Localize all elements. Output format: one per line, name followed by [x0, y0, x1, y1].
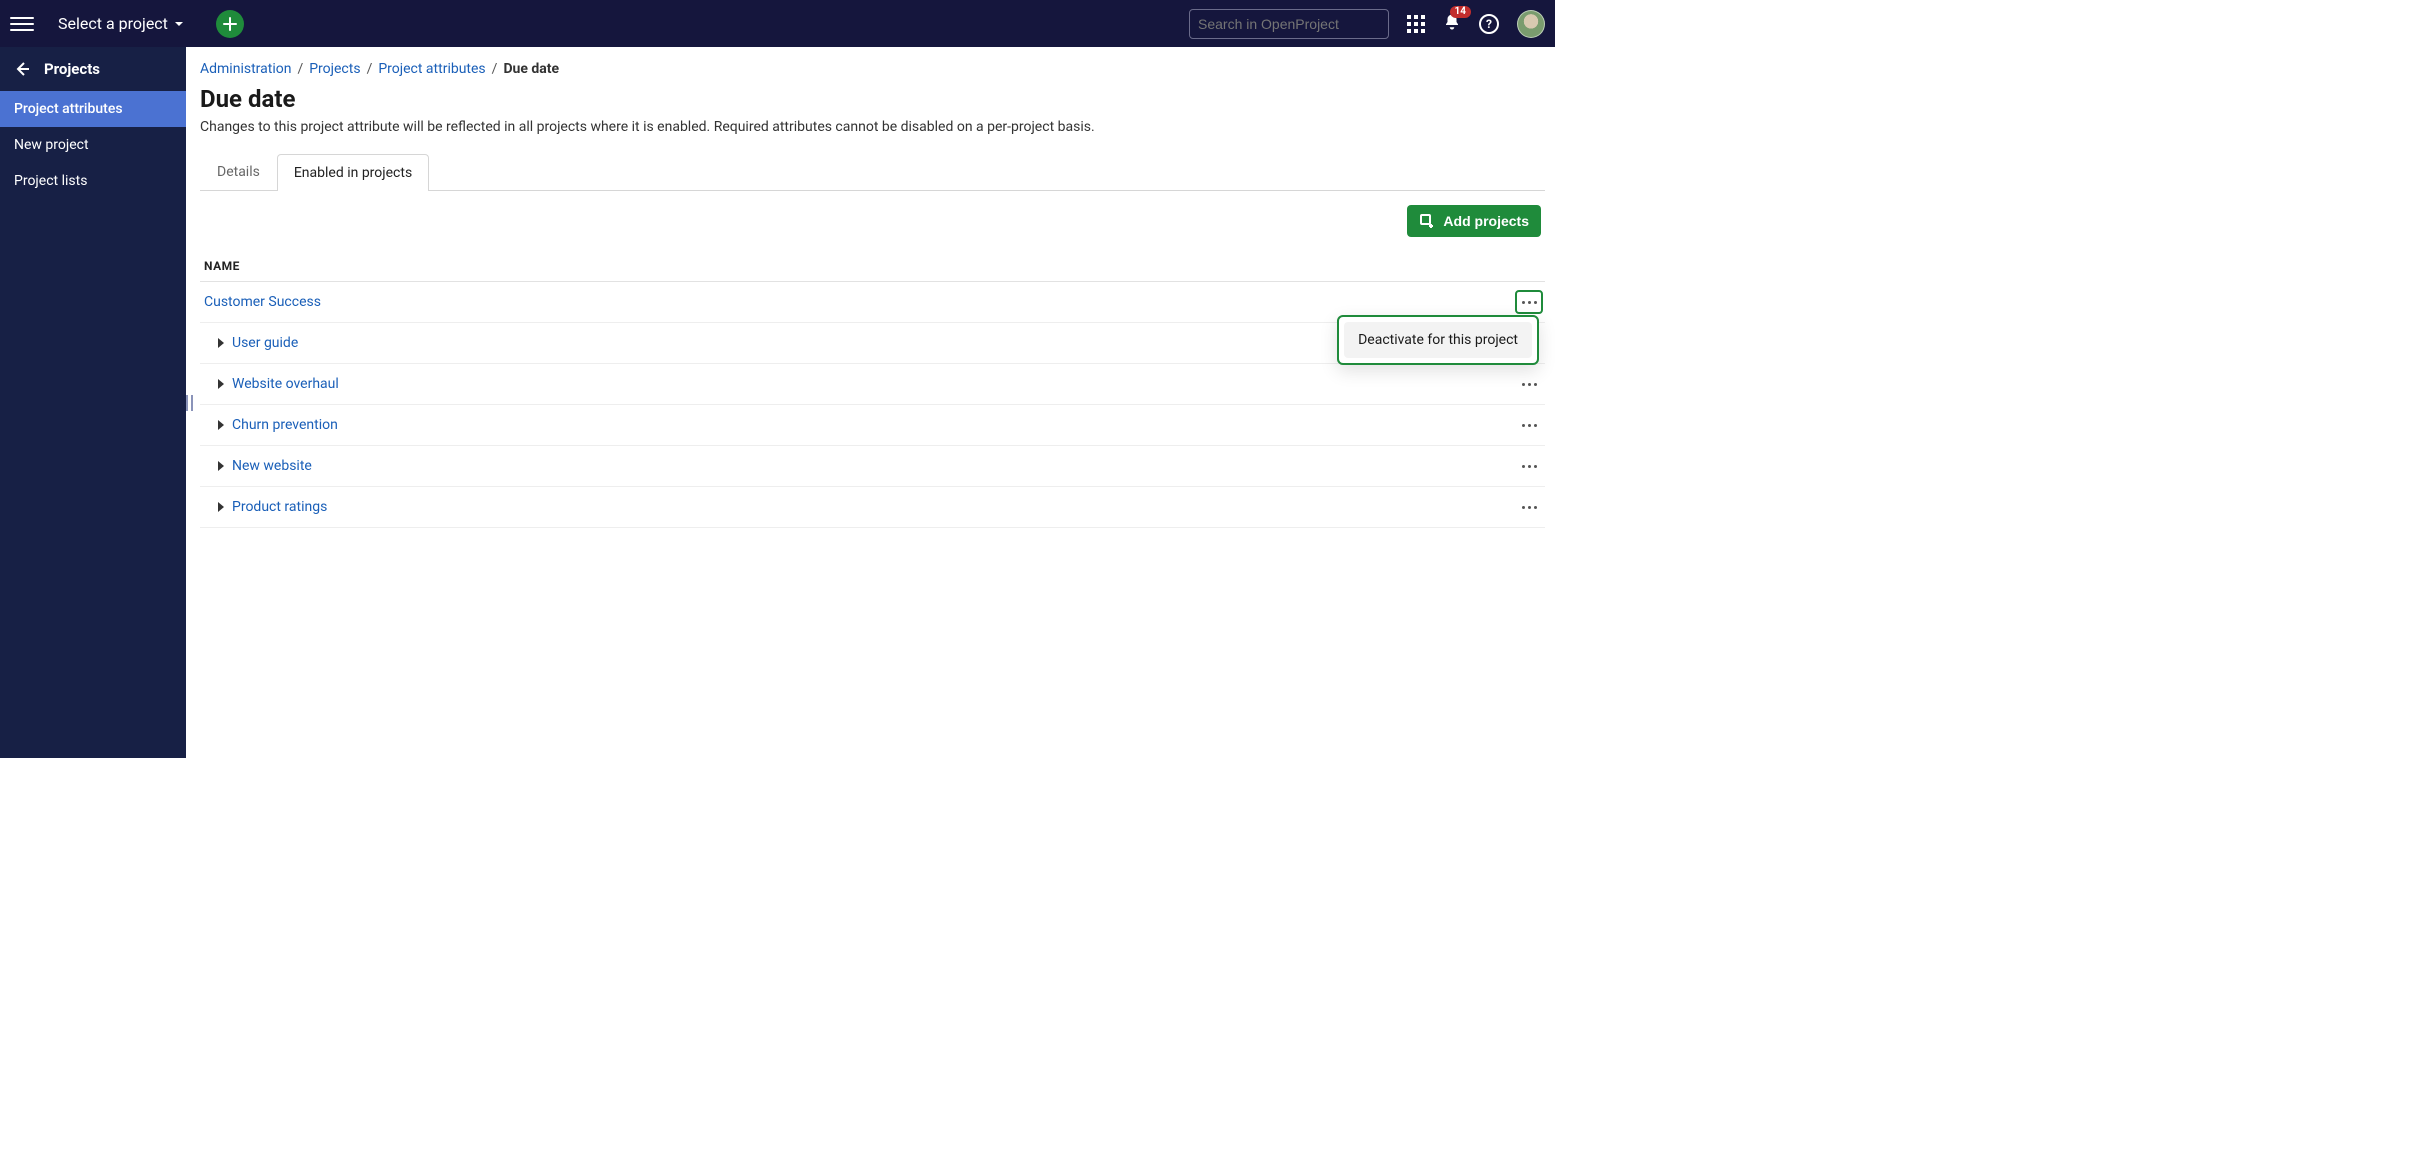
tab-label: Enabled in projects — [294, 165, 412, 181]
topbar: Select a project 14 ? — [0, 0, 1555, 47]
breadcrumb-link[interactable]: Projects — [309, 61, 360, 77]
breadcrumb-link[interactable]: Administration — [200, 61, 291, 77]
table-row: New website — [200, 446, 1545, 487]
expand-icon[interactable] — [218, 502, 224, 512]
sidebar-collapse-handle[interactable] — [186, 395, 193, 411]
sidebar-item-project-attributes[interactable]: Project attributes — [0, 91, 186, 127]
project-selector-label: Select a project — [58, 14, 168, 33]
tab-enabled-in-projects[interactable]: Enabled in projects — [277, 154, 429, 191]
project-link[interactable]: New website — [232, 458, 312, 474]
table-row: Website overhaul — [200, 364, 1545, 405]
search-box[interactable] — [1189, 9, 1389, 39]
expand-icon[interactable] — [218, 338, 224, 348]
breadcrumb-separator: / — [297, 61, 303, 77]
sidebar-title: Projects — [44, 60, 100, 78]
tab-label: Details — [217, 164, 260, 180]
arrow-left-icon — [14, 61, 30, 77]
notification-badge: 14 — [1450, 6, 1471, 18]
question-icon: ? — [1486, 17, 1492, 31]
main-content: Administration / Projects / Project attr… — [186, 47, 1555, 758]
create-button[interactable] — [216, 10, 244, 38]
breadcrumb-separator: / — [367, 61, 373, 77]
row-more-button[interactable] — [1517, 374, 1541, 394]
row-more-button[interactable] — [1517, 415, 1541, 435]
sidebar-item-new-project[interactable]: New project — [0, 127, 186, 163]
add-projects-icon — [1419, 213, 1435, 229]
tab-details[interactable]: Details — [200, 153, 277, 190]
project-link[interactable]: Customer Success — [204, 294, 321, 310]
notifications-button[interactable]: 14 — [1443, 13, 1461, 35]
table-row: Product ratings — [200, 487, 1545, 528]
sidebar-item-label: Project attributes — [14, 101, 123, 117]
expand-icon[interactable] — [218, 379, 224, 389]
sidebar-item-label: New project — [14, 137, 89, 153]
project-link[interactable]: Product ratings — [232, 499, 327, 515]
row-more-button[interactable] — [1517, 497, 1541, 517]
expand-icon[interactable] — [218, 461, 224, 471]
breadcrumb-separator: / — [492, 61, 498, 77]
expand-icon[interactable] — [218, 420, 224, 430]
sidebar-item-label: Project lists — [14, 173, 87, 189]
search-input[interactable] — [1198, 16, 1379, 32]
menu-item-deactivate[interactable]: Deactivate for this project — [1344, 322, 1532, 358]
table-row: Churn prevention — [200, 405, 1545, 446]
breadcrumb-link[interactable]: Project attributes — [378, 61, 485, 77]
chevron-down-icon — [174, 19, 184, 29]
add-projects-label: Add projects — [1443, 213, 1529, 229]
plus-icon — [222, 16, 238, 32]
list-column-name: NAME — [200, 251, 1545, 282]
project-link[interactable]: User guide — [232, 335, 298, 351]
toolbar: Add projects — [200, 191, 1545, 251]
row-context-menu: Deactivate for this project — [1337, 315, 1539, 365]
sidebar: Projects Project attributes New project … — [0, 47, 186, 758]
row-more-button[interactable] — [1517, 456, 1541, 476]
avatar[interactable] — [1517, 10, 1545, 38]
project-link[interactable]: Website overhaul — [232, 376, 339, 392]
project-selector[interactable]: Select a project — [48, 8, 194, 39]
page-description: Changes to this project attribute will b… — [200, 119, 1545, 135]
sidebar-back[interactable]: Projects — [0, 47, 186, 91]
breadcrumb: Administration / Projects / Project attr… — [200, 61, 1545, 77]
sidebar-item-project-lists[interactable]: Project lists — [0, 163, 186, 199]
breadcrumb-current: Due date — [503, 61, 559, 77]
help-button[interactable]: ? — [1479, 14, 1499, 34]
page-title: Due date — [200, 85, 1545, 113]
tabs: Details Enabled in projects — [200, 153, 1545, 191]
apps-icon[interactable] — [1407, 15, 1425, 33]
project-link[interactable]: Churn prevention — [232, 417, 338, 433]
add-projects-button[interactable]: Add projects — [1407, 205, 1541, 237]
row-more-button[interactable] — [1517, 292, 1541, 312]
menu-icon[interactable] — [10, 12, 34, 36]
